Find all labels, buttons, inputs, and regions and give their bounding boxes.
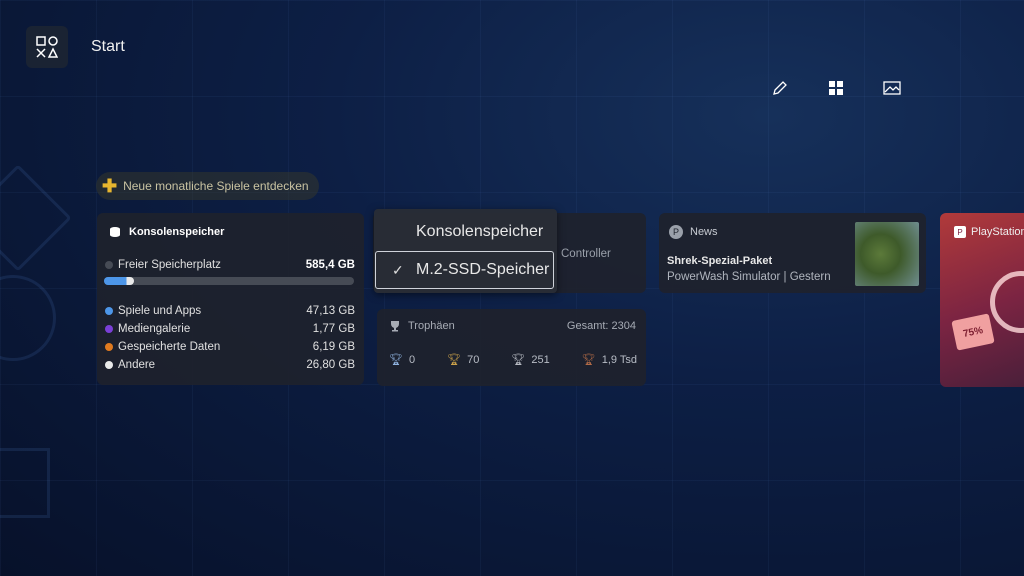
platinum-count: 0: [408, 353, 416, 366]
playstation-store-card[interactable]: P PlayStation 75%: [940, 213, 1024, 387]
trophy-header: Trophäen: [389, 320, 455, 332]
category-color-dot: [105, 307, 113, 315]
trophy-gold: 🏆︎ 70: [447, 353, 480, 367]
category-label: Mediengalerie: [118, 323, 191, 335]
trophy-total: Gesamt: 2304: [566, 320, 636, 332]
pencil-icon[interactable]: [770, 78, 790, 98]
storage-title: Konsolenspeicher: [129, 226, 225, 238]
news-card[interactable]: P News Shrek-Spezial-Paket PowerWash Sim…: [659, 213, 926, 293]
top-toolbar: [770, 78, 902, 98]
news-title: News: [690, 226, 718, 238]
news-subtitle: PowerWash Simulator | Gestern: [667, 271, 831, 283]
database-icon: [110, 227, 120, 237]
bronze-trophy-icon: 🏆︎: [581, 354, 596, 366]
trophy-counts: 🏆︎ 0 🏆︎ 70 🏆︎ 251 🏆︎ 1,9 Tsd: [389, 353, 637, 367]
promo-label: Neue monatliche Spiele entdecken: [123, 179, 309, 193]
category-value: 6,19 GB: [312, 341, 355, 353]
image-icon[interactable]: [882, 78, 902, 98]
controller-label: Controller: [561, 248, 611, 260]
storage-category-row: Gespeicherte Daten 6,19 GB: [105, 341, 355, 353]
category-value: 47,13 GB: [306, 305, 355, 317]
top-bar: Start: [26, 26, 125, 68]
storage-usage-fill: [104, 277, 134, 285]
playstation-logo-icon: P: [954, 226, 966, 238]
grid-icon[interactable]: [826, 78, 846, 98]
trophy-card[interactable]: Trophäen Gesamt: 2304 🏆︎ 0 🏆︎ 70 🏆︎ 251 🏆︎ 1…: [377, 309, 646, 386]
storage-category-row: Mediengalerie 1,77 GB: [105, 323, 355, 335]
dropdown-option-m2-ssd-label: M.2-SSD-Speicher: [416, 261, 550, 278]
free-space-dot: [105, 261, 113, 269]
category-value: 26,80 GB: [306, 359, 355, 371]
platinum-trophy-icon: 🏆︎: [389, 354, 403, 366]
category-value: 1,77 GB: [312, 323, 355, 335]
news-thumbnail: [855, 222, 919, 286]
playstation-shapes-icon: [36, 36, 58, 58]
ps-plus-promo-button[interactable]: ✚ Neue monatliche Spiele entdecken: [96, 172, 319, 200]
trophy-icon: [391, 321, 399, 332]
category-label: Spiele und Apps: [118, 305, 202, 317]
news-header: P News: [669, 225, 718, 239]
ps-circle-shape: [990, 271, 1024, 333]
ps-plus-icon: ✚: [102, 175, 118, 196]
playstation-logo-icon: P: [669, 225, 683, 239]
free-space-value: 585,4 GB: [305, 259, 355, 271]
gold-trophy-icon: 🏆︎: [447, 354, 462, 366]
category-color-dot: [105, 361, 113, 369]
category-color-dot: [105, 325, 113, 333]
home-button[interactable]: [26, 26, 68, 68]
silver-trophy-icon: 🏆︎: [511, 354, 526, 366]
free-space-label: Freier Speicherplatz: [118, 259, 221, 271]
discount-badge: 75%: [951, 313, 995, 351]
storage-card-header: Konsolenspeicher: [109, 226, 224, 238]
storage-dropdown-menu: Konsolenspeicher ✓ M.2-SSD-Speicher: [374, 209, 557, 293]
bronze-count: 1,9 Tsd: [601, 353, 637, 366]
free-space-row: Freier Speicherplatz 585,4 GB: [105, 259, 355, 271]
storage-category-row: Spiele und Apps 47,13 GB: [105, 305, 355, 317]
category-label: Andere: [118, 359, 156, 371]
ps-card-title: PlayStation: [971, 226, 1024, 238]
checkmark-icon: ✓: [392, 262, 404, 278]
category-label: Gespeicherte Daten: [118, 341, 221, 353]
news-headline: Shrek-Spezial-Paket: [667, 255, 773, 267]
trophy-bronze: 🏆︎ 1,9 Tsd: [581, 353, 637, 367]
background-square-shape: [0, 448, 50, 518]
trophy-title: Trophäen: [408, 320, 455, 332]
trophy-silver: 🏆︎ 251: [511, 353, 550, 367]
storage-usage-bar: [104, 277, 354, 285]
category-color-dot: [105, 343, 113, 351]
storage-category-row: Andere 26,80 GB: [105, 359, 355, 371]
trophy-platinum: 🏆︎ 0: [389, 353, 416, 367]
page-title: Start: [91, 38, 125, 55]
dropdown-option-console-storage[interactable]: Konsolenspeicher: [416, 223, 543, 241]
gold-count: 70: [467, 353, 480, 366]
silver-count: 251: [531, 353, 550, 366]
ps-card-header: P PlayStation: [954, 226, 1024, 238]
